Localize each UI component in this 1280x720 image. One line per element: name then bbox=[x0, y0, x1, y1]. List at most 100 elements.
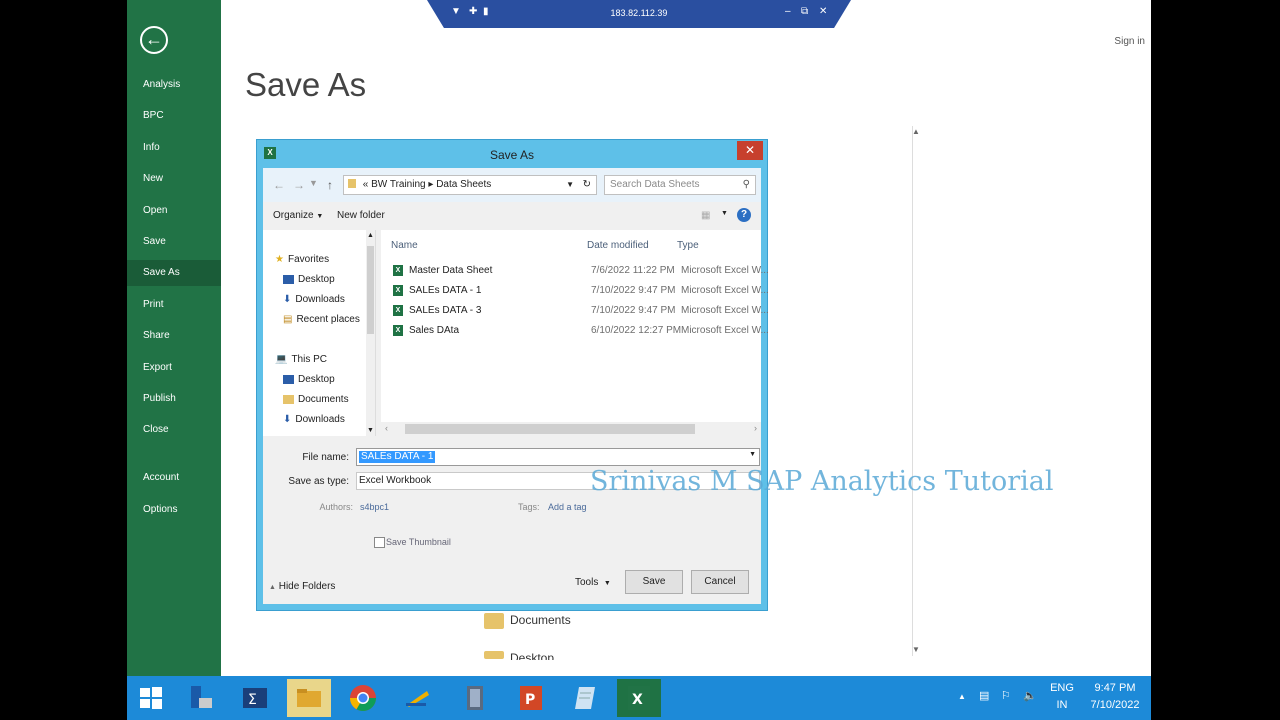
rdp-close-icon[interactable]: ✕ bbox=[819, 6, 827, 17]
bg-folder-desktop[interactable]: Desktop bbox=[510, 651, 554, 660]
file-row[interactable]: X Sales DAta 6/10/2022 12:27 PM Microsof… bbox=[393, 322, 769, 340]
back-icon[interactable]: ← bbox=[273, 178, 285, 192]
address-dropdown-icon[interactable]: ▼ bbox=[566, 176, 574, 194]
scroll-thumb[interactable] bbox=[367, 246, 374, 334]
notepad-icon[interactable] bbox=[563, 679, 607, 717]
server-manager-icon[interactable] bbox=[179, 679, 223, 717]
file-row[interactable]: X Master Data Sheet 7/6/2022 11:22 PM Mi… bbox=[393, 262, 769, 280]
file-list-hscrollbar[interactable]: ‹ › bbox=[381, 422, 761, 436]
view-dropdown-icon[interactable]: ▼ bbox=[721, 210, 728, 217]
nav-fav-desktop[interactable]: Desktop bbox=[283, 274, 335, 285]
hide-folders-button[interactable]: ▲ Hide Folders bbox=[269, 581, 335, 592]
new-folder-button[interactable]: New folder bbox=[337, 210, 385, 221]
scroll-down-icon[interactable]: ▼ bbox=[912, 645, 920, 654]
nav-open[interactable]: Open bbox=[127, 198, 221, 224]
nav-analysis[interactable]: Analysis bbox=[127, 72, 221, 98]
nav-save[interactable]: Save bbox=[127, 229, 221, 255]
column-type[interactable]: Type bbox=[677, 240, 699, 251]
breadcrumb-bw-training[interactable]: BW Training bbox=[371, 179, 425, 190]
nav-fav-recent[interactable]: ▤ Recent places bbox=[283, 314, 360, 325]
computer-icon: 💻 bbox=[275, 354, 288, 365]
nav-close[interactable]: Close bbox=[127, 417, 221, 443]
favorites-label: Favorites bbox=[287, 254, 330, 265]
save-type-label: Save as type: bbox=[288, 476, 349, 487]
nav-print[interactable]: Print bbox=[127, 292, 221, 318]
sign-in-link[interactable]: Sign in bbox=[1114, 36, 1145, 47]
authors-value[interactable]: s4bpc1 bbox=[360, 502, 389, 512]
powerpoint-icon[interactable]: P bbox=[509, 679, 553, 717]
column-date-modified[interactable]: Date modified bbox=[587, 240, 649, 251]
tools-menu[interactable]: Tools ▼ bbox=[575, 577, 611, 588]
refresh-icon[interactable]: ↻ bbox=[583, 176, 591, 194]
sap-icon[interactable] bbox=[395, 679, 439, 717]
address-bar[interactable]: « BW Training ▸ Data Sheets ▼ ↻ bbox=[343, 175, 597, 195]
file-row[interactable]: X SALEs DATA - 1 7/10/2022 9:47 PM Micro… bbox=[393, 282, 769, 300]
hide-folders-label: Hide Folders bbox=[278, 581, 336, 592]
file-explorer-icon[interactable] bbox=[287, 679, 331, 717]
chrome-icon[interactable] bbox=[341, 679, 385, 717]
tray-overflow-icon[interactable]: ▲ bbox=[958, 688, 966, 705]
dialog-close-button[interactable]: ✕ bbox=[737, 141, 763, 160]
scroll-up-icon[interactable]: ▲ bbox=[367, 232, 374, 239]
file-type: Microsoft Excel W... bbox=[681, 305, 769, 316]
recent-dropdown-icon[interactable]: ▼ bbox=[309, 178, 318, 188]
rdp-restore-icon[interactable]: ⧉ bbox=[801, 6, 808, 17]
breadcrumb-overflow[interactable]: « bbox=[363, 179, 369, 190]
background-scrollbar[interactable] bbox=[912, 126, 923, 656]
nav-this-pc[interactable]: 💻 This PC bbox=[275, 354, 327, 365]
recent-places-icon: ▤ bbox=[283, 314, 293, 325]
forward-icon[interactable]: → bbox=[293, 178, 305, 192]
nav-pane-scrollbar[interactable]: ▲ ▼ bbox=[366, 230, 375, 436]
sap-gui-icon[interactable] bbox=[453, 679, 497, 717]
search-placeholder: Search Data Sheets bbox=[610, 179, 700, 190]
action-center-icon[interactable]: ⚐ bbox=[1001, 688, 1011, 705]
scroll-right-icon[interactable]: › bbox=[754, 423, 757, 433]
nav-options[interactable]: Options bbox=[127, 497, 221, 523]
bg-folder-documents[interactable]: Documents bbox=[510, 613, 571, 627]
nav-favorites[interactable]: ★ Favorites bbox=[275, 254, 329, 265]
powershell-icon[interactable]: Σ bbox=[233, 679, 277, 717]
nav-pc-downloads[interactable]: ⬇ Downloads bbox=[283, 414, 345, 425]
scroll-thumb[interactable] bbox=[405, 424, 695, 434]
scroll-up-icon[interactable]: ▲ bbox=[912, 127, 920, 136]
language-indicator[interactable]: ENG IN bbox=[1047, 680, 1077, 714]
start-icon[interactable] bbox=[129, 679, 173, 717]
dialog-title: Save As bbox=[489, 148, 535, 162]
help-icon[interactable]: ? bbox=[737, 208, 751, 222]
folder-icon bbox=[348, 179, 356, 188]
page-title: Save As bbox=[245, 66, 367, 103]
save-thumbnail-checkbox[interactable] bbox=[374, 537, 385, 548]
organize-button[interactable]: Organize ▼ bbox=[273, 210, 323, 221]
nav-export[interactable]: Export bbox=[127, 355, 221, 381]
nav-pc-desktop[interactable]: Desktop bbox=[283, 374, 335, 385]
cancel-button[interactable]: Cancel bbox=[691, 570, 749, 594]
network-icon[interactable]: ▤ bbox=[979, 688, 989, 705]
nav-save-as[interactable]: Save As bbox=[127, 260, 221, 286]
tags-input[interactable]: Add a tag bbox=[548, 502, 587, 512]
up-icon[interactable]: ↑ bbox=[327, 178, 333, 192]
file-row[interactable]: X SALEs DATA - 3 7/10/2022 9:47 PM Micro… bbox=[393, 302, 769, 320]
scroll-left-icon[interactable]: ‹ bbox=[385, 423, 388, 433]
nav-pc-documents[interactable]: Documents bbox=[283, 394, 349, 405]
column-name[interactable]: Name bbox=[391, 240, 418, 251]
scroll-down-icon[interactable]: ▼ bbox=[367, 427, 374, 434]
file-name-dropdown-icon[interactable]: ▼ bbox=[749, 451, 756, 458]
clock[interactable]: 9:47 PM 7/10/2022 bbox=[1085, 680, 1145, 714]
view-icon[interactable]: ▦ bbox=[701, 210, 710, 221]
excel-icon[interactable]: X bbox=[617, 679, 661, 717]
nav-new[interactable]: New bbox=[127, 166, 221, 192]
documents-icon bbox=[283, 395, 294, 404]
nav-publish[interactable]: Publish bbox=[127, 386, 221, 412]
nav-share[interactable]: Share bbox=[127, 323, 221, 349]
save-button[interactable]: Save bbox=[625, 570, 683, 594]
search-input[interactable]: Search Data Sheets ⚲ bbox=[604, 175, 756, 195]
rdp-minimize-icon[interactable]: – bbox=[785, 6, 791, 17]
file-name-input[interactable]: SALEs DATA - 1 ▼ bbox=[356, 448, 760, 466]
nav-fav-downloads[interactable]: ⬇ Downloads bbox=[283, 294, 345, 305]
back-arrow-icon[interactable]: ← bbox=[140, 26, 168, 54]
breadcrumb-data-sheets[interactable]: Data Sheets bbox=[436, 179, 491, 190]
nav-bpc[interactable]: BPC bbox=[127, 103, 221, 129]
volume-icon[interactable]: 🔈 bbox=[1023, 688, 1037, 705]
nav-info[interactable]: Info bbox=[127, 135, 221, 161]
nav-account[interactable]: Account bbox=[127, 465, 221, 491]
